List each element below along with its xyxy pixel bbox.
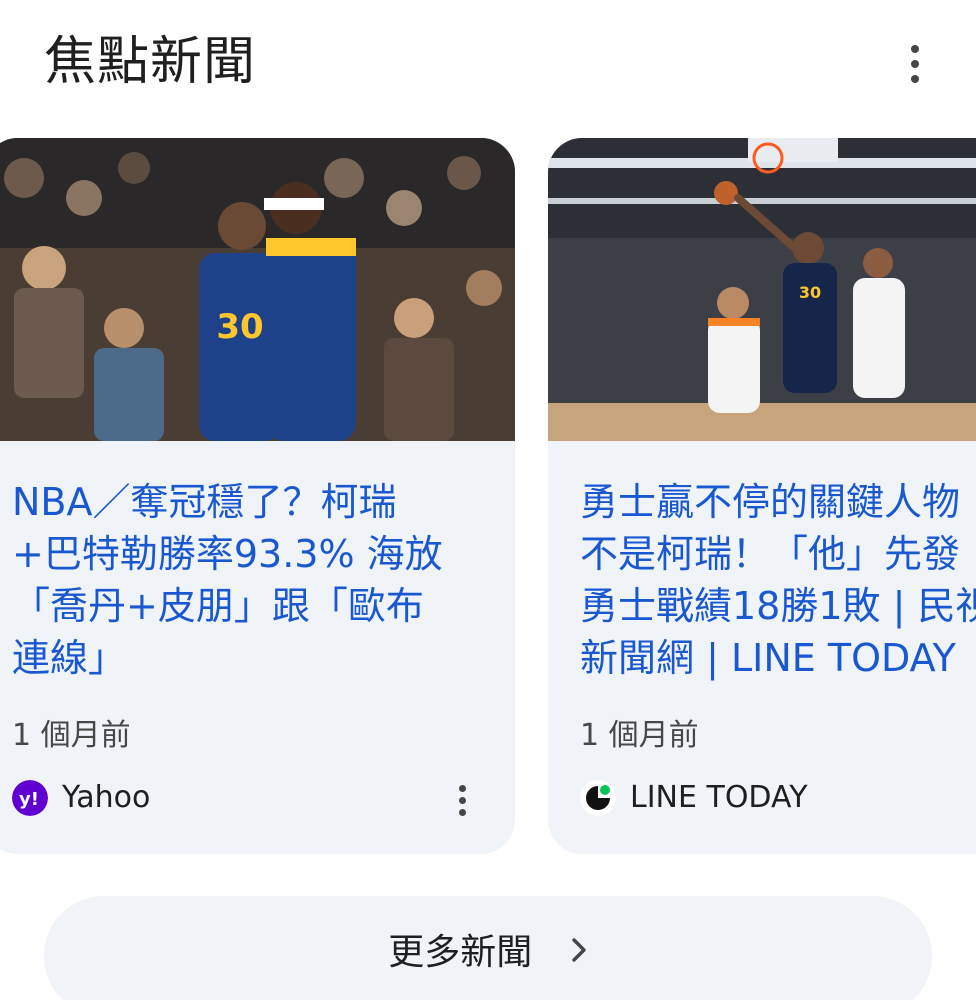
news-card[interactable]: 30 NBA／奪冠穩了？柯瑞 +巴特勒勝率93.3% 海放 「喬丹+皮朋」跟「歐… <box>0 138 515 854</box>
news-timestamp: 1 個月前 <box>580 718 699 753</box>
section-title: 焦點新聞 <box>44 32 257 92</box>
news-source-name: Yahoo <box>62 780 151 815</box>
more-news-label: 更多新聞 <box>388 932 533 973</box>
news-thumbnail: 30 <box>548 138 976 441</box>
top-stories-module: 焦點新聞 30 NBA／奪冠穩了？柯瑞 +巴特勒勝率93.3% 海放 「喬丹+皮… <box>0 0 976 1000</box>
more-vert-icon[interactable] <box>895 36 935 92</box>
news-card[interactable]: 30 勇士贏不停的關鍵人物 不是柯瑞！「他」先發 勇士戰績18勝1敗 | 民視 … <box>548 138 976 854</box>
news-source: LINE TODAY <box>580 778 808 818</box>
news-thumbnail: 30 <box>0 138 515 441</box>
svg-text:30: 30 <box>216 307 263 347</box>
news-timestamp: 1 個月前 <box>12 718 131 753</box>
more-vert-icon[interactable] <box>444 778 480 822</box>
news-carousel[interactable]: 30 NBA／奪冠穩了？柯瑞 +巴特勒勝率93.3% 海放 「喬丹+皮朋」跟「歐… <box>0 138 976 854</box>
news-headline[interactable]: 勇士贏不停的關鍵人物 不是柯瑞！「他」先發 勇士戰績18勝1敗 | 民視 新聞網… <box>580 476 976 684</box>
line-today-logo-icon <box>580 780 616 816</box>
yahoo-logo-icon: y! <box>12 780 48 816</box>
news-source-name: LINE TODAY <box>630 780 808 815</box>
news-headline[interactable]: NBA／奪冠穩了？柯瑞 +巴特勒勝率93.3% 海放 「喬丹+皮朋」跟「歐布 連… <box>12 476 492 684</box>
chevron-right-icon <box>570 927 588 979</box>
more-news-button[interactable]: 更多新聞 <box>44 896 932 1000</box>
news-source: y! Yahoo <box>12 778 150 818</box>
svg-text:30: 30 <box>799 283 821 302</box>
svg-text:y!: y! <box>19 789 39 810</box>
